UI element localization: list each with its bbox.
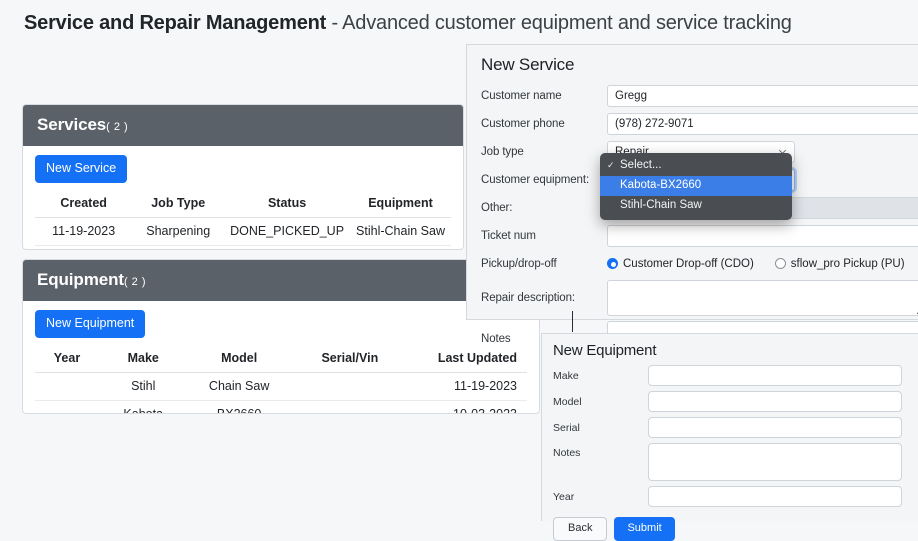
new-equipment-title: New Equipment <box>553 342 657 359</box>
make-label: Make <box>553 369 579 382</box>
services-col-created: Created <box>35 191 133 218</box>
page-title: Service and Repair Management - Advanced… <box>24 12 792 35</box>
ticket-num-input[interactable] <box>607 224 918 247</box>
year-input[interactable] <box>648 486 902 507</box>
field-row-customer-name: Customer name <box>467 83 918 108</box>
equipment-cell-year <box>35 372 99 401</box>
equipment-col-model: Model <box>187 346 291 373</box>
customer-phone-label: Customer phone <box>481 117 565 130</box>
page-title-sub: - Advanced customer equipment and servic… <box>326 12 792 34</box>
table-row[interactable]: 10-03-2023 Repair QUOTE Kabota-BX2660 <box>35 245 451 249</box>
table-row[interactable]: Stihl Chain Saw 11-19-2023 <box>35 372 527 401</box>
services-card-body: New Service Created Job Type Status Equi… <box>23 146 463 249</box>
services-cell-created: 10-03-2023 <box>35 245 133 249</box>
services-cell-equipment: Kabota-BX2660 <box>350 245 451 249</box>
radio-off-icon <box>774 258 786 269</box>
equipment-cell-model: BX2660 <box>187 400 291 413</box>
field-row-make: Make <box>542 365 918 386</box>
equipment-cell-last-updated: 11-19-2023 <box>408 372 527 401</box>
services-col-status: Status <box>224 191 351 218</box>
pickup-dropoff-radio-group: Customer Drop-off (CDO) sflow_pro Pickup… <box>607 258 918 270</box>
services-col-equipment: Equipment <box>350 191 451 218</box>
equipment-table-header-row: Year Make Model Serial/Vin Last Updated <box>35 346 527 373</box>
table-row[interactable]: Kabota BX2660 10-03-2023 <box>35 400 527 413</box>
services-card-count: ( 2 ) <box>106 121 129 133</box>
serial-input[interactable] <box>648 417 902 438</box>
equipment-cell-make: Stihl <box>98 372 188 401</box>
dropdown-option-stihl[interactable]: Stihl-Chain Saw <box>600 196 792 216</box>
dropdown-option-select[interactable]: Select... <box>600 156 792 176</box>
radio-customer-dropoff-label: Customer Drop-off (CDO) <box>623 257 754 270</box>
field-row-pickup-dropoff: Pickup/drop-off Customer Drop-off (CDO) … <box>467 251 918 276</box>
repair-description-label: Repair description: <box>481 292 575 304</box>
radio-sflow-pickup[interactable]: sflow_pro Pickup (PU) <box>774 257 905 270</box>
equipment-col-year: Year <box>35 346 99 373</box>
radio-sflow-pickup-label: sflow_pro Pickup (PU) <box>790 257 905 270</box>
model-input[interactable] <box>648 391 902 412</box>
customer-phone-input[interactable] <box>607 112 918 135</box>
field-row-ticket-num: Ticket num <box>467 223 918 248</box>
ticket-num-label: Ticket num <box>481 229 536 242</box>
services-cell-equipment: Stihl-Chain Saw <box>350 217 451 246</box>
customer-name-label: Customer name <box>481 89 562 102</box>
field-row-equipment-notes: Notes <box>542 443 918 481</box>
services-card-title: Services <box>37 115 107 134</box>
equipment-col-make: Make <box>98 346 188 373</box>
year-label: Year <box>553 490 575 503</box>
equipment-notes-input[interactable] <box>648 443 902 481</box>
equipment-card-count: ( 2 ) <box>123 276 146 288</box>
other-label: Other: <box>481 201 513 214</box>
services-cell-job-type: Repair <box>132 245 225 249</box>
customer-equipment-dropdown-menu[interactable]: Select... Kabota-BX2660 Stihl-Chain Saw <box>600 153 792 220</box>
equipment-cell-serial <box>290 400 409 413</box>
new-service-button[interactable]: New Service <box>35 155 128 183</box>
services-table: Created Job Type Status Equipment 11-19-… <box>35 191 451 249</box>
job-type-label: Job type <box>481 145 524 158</box>
model-label: Model <box>553 395 582 408</box>
new-equipment-actions: Back Submit <box>542 513 918 541</box>
field-row-model: Model <box>542 391 918 412</box>
services-cell-job-type: Sharpening <box>132 217 225 246</box>
equipment-table: Year Make Model Serial/Vin Last Updated … <box>35 346 527 413</box>
services-col-job-type: Job Type <box>132 191 225 218</box>
equipment-cell-make: Kabota <box>98 400 188 413</box>
pickup-dropoff-label: Pickup/drop-off <box>481 257 557 270</box>
repair-description-input[interactable] <box>607 280 918 316</box>
field-row-customer-phone: Customer phone <box>467 111 918 136</box>
equipment-cell-serial <box>290 372 409 401</box>
services-cell-status: QUOTE <box>224 245 351 249</box>
make-input[interactable] <box>648 365 902 386</box>
text-cursor-caret <box>572 311 573 332</box>
services-table-header-row: Created Job Type Status Equipment <box>35 191 451 218</box>
field-row-year: Year <box>542 486 918 507</box>
customer-name-input[interactable] <box>607 84 918 107</box>
equipment-cell-year <box>35 400 99 413</box>
table-row[interactable]: 11-19-2023 Sharpening DONE_PICKED_UP Sti… <box>35 217 451 246</box>
equipment-card-title: Equipment <box>37 270 124 289</box>
equipment-notes-label: Notes <box>553 447 581 459</box>
field-row-repair-description: Repair description: <box>467 279 918 317</box>
page-title-main: Service and Repair Management <box>24 12 327 34</box>
new-service-title: New Service <box>481 55 575 74</box>
dropdown-option-kabota[interactable]: Kabota-BX2660 <box>600 176 792 196</box>
equipment-card: Equipment( 2 ) New Equipment Year Make M… <box>22 259 540 414</box>
field-row-serial: Serial <box>542 417 918 438</box>
radio-customer-dropoff[interactable]: Customer Drop-off (CDO) <box>607 258 754 270</box>
services-card-header: Services( 2 ) <box>23 105 463 146</box>
services-cell-status: DONE_PICKED_UP <box>224 217 351 246</box>
radio-on-icon <box>607 258 618 269</box>
equipment-cell-model: Chain Saw <box>187 372 291 401</box>
services-card: Services( 2 ) New Service Created Job Ty… <box>22 104 464 250</box>
equipment-cell-last-updated: 10-03-2023 <box>408 400 527 413</box>
equipment-card-header: Equipment( 2 ) <box>23 260 539 301</box>
equipment-col-serial-vin: Serial/Vin <box>290 346 409 373</box>
customer-equipment-label: Customer equipment: <box>481 173 590 186</box>
new-equipment-form-panel: New Equipment Make Model Serial Notes Ye… <box>541 333 918 541</box>
services-cell-created: 11-19-2023 <box>35 217 133 246</box>
new-equipment-button[interactable]: New Equipment <box>35 310 146 338</box>
equipment-card-body: New Equipment Year Make Model Serial/Vin… <box>23 301 539 413</box>
serial-label: Serial <box>553 421 580 434</box>
